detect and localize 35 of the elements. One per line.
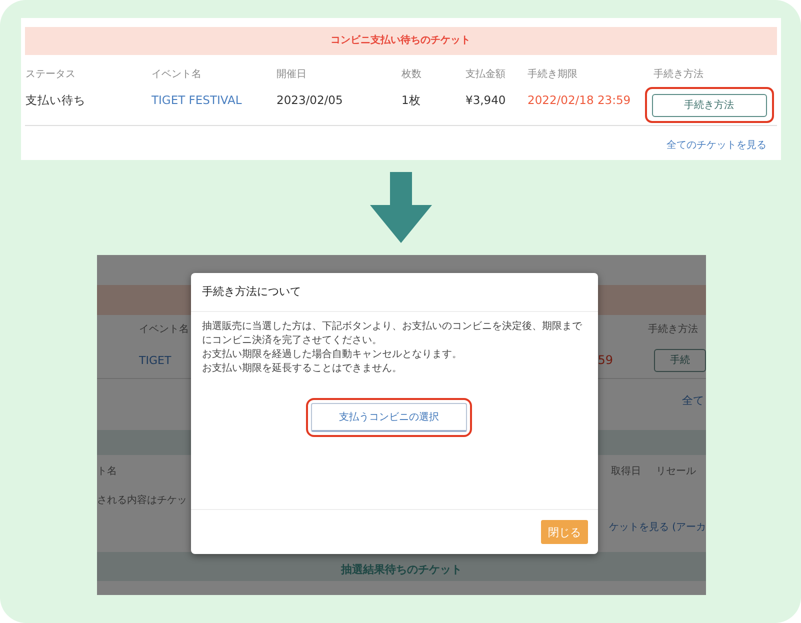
table-cell-text: 支払い待ち bbox=[26, 92, 86, 108]
all-tickets-link[interactable]: 全てのチケットを見る bbox=[666, 138, 766, 152]
table-cell-text: 1枚 bbox=[402, 92, 422, 108]
section-title: 抽選結果待ちのチケット bbox=[341, 562, 462, 577]
modal-text: お支払い期限を延長することはできません。 bbox=[202, 362, 403, 376]
table-cell-text: 2022/02/18 23:59 bbox=[528, 92, 632, 109]
column-header: リセール bbox=[656, 465, 696, 478]
column-header: 手続き方法 bbox=[654, 68, 704, 82]
column-header: イベント名 bbox=[152, 68, 202, 82]
column-header: 支払金額 bbox=[466, 68, 506, 82]
table-cell-text: ¥3,940 bbox=[466, 92, 507, 109]
modal-text: お支払い期限を経過した場合自動キャンセルとなります。 bbox=[202, 348, 463, 362]
select-store-button[interactable]: 支払うコンビニの選択 bbox=[311, 403, 467, 432]
table-cell-text: 2023/02/05 bbox=[276, 92, 344, 109]
column-header: イベント名 bbox=[139, 322, 189, 336]
close-button[interactable]: 閉じる bbox=[541, 520, 588, 544]
column-header: 取得日 bbox=[611, 465, 641, 478]
column-header: 手続き方法 bbox=[648, 322, 698, 336]
event-link[interactable]: TIGET FESTIVAL bbox=[152, 85, 276, 115]
column-header: ステータス bbox=[26, 68, 76, 82]
all-tickets-link[interactable]: 全て bbox=[682, 392, 704, 408]
archive-link[interactable]: ケットを見る (アーカ bbox=[608, 520, 706, 534]
column-header: 枚数 bbox=[402, 68, 422, 82]
procedure-button[interactable]: 手続き方法 bbox=[652, 94, 766, 117]
modal-title: 手続き方法について bbox=[191, 273, 598, 312]
event-link[interactable]: TIGET bbox=[139, 354, 172, 366]
procedure-button[interactable]: 手続 bbox=[654, 348, 706, 372]
modal-text: 抽選販売に当選した方は、下記ボタンより、お支払いのコンビニを決定後、期限までにコンビニ決済を完了させてください。 bbox=[202, 320, 583, 348]
column-header: 開催日 bbox=[276, 68, 308, 82]
column-header: ト名 bbox=[97, 465, 117, 478]
column-header: 手続き期限 bbox=[528, 68, 578, 82]
section-title: コンビニ支払い待ちのチケット bbox=[24, 27, 776, 55]
arrow-icon bbox=[370, 172, 432, 243]
table-cell: 59 bbox=[598, 353, 613, 367]
note-text: される内容はチケッ bbox=[97, 494, 188, 508]
